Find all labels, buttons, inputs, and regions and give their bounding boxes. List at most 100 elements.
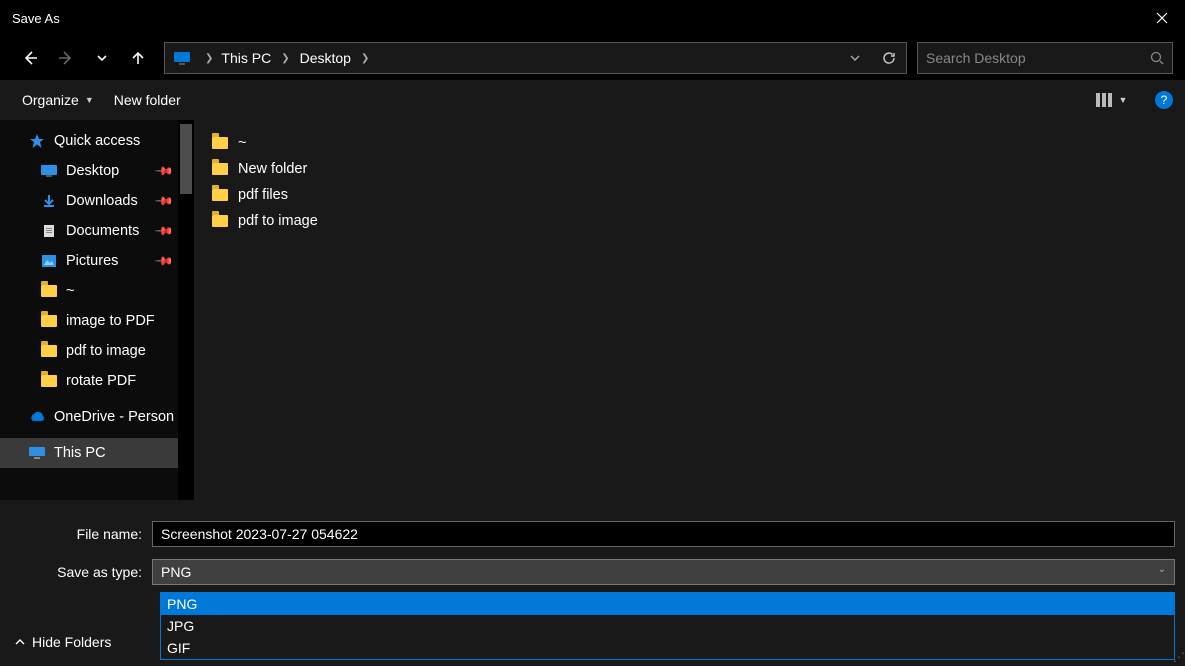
organize-label: Organize xyxy=(22,92,79,108)
chevron-down-icon: ⌄ xyxy=(1158,564,1166,575)
help-button[interactable]: ? xyxy=(1155,91,1173,109)
save-as-type-label: Save as type: xyxy=(0,564,152,580)
cloud-icon xyxy=(28,408,46,426)
recent-locations-button[interactable] xyxy=(86,42,118,74)
documents-icon xyxy=(40,222,58,240)
sidebar-item-folder[interactable]: ~ xyxy=(0,276,178,306)
file-name: pdf to image xyxy=(238,213,318,229)
dropdown-option[interactable]: PNG xyxy=(161,593,1174,615)
new-folder-label: New folder xyxy=(114,92,181,108)
sidebar-item-this-pc[interactable]: This PC xyxy=(0,438,178,468)
toolbar: Organize ▼ New folder ▼ ? xyxy=(0,80,1185,120)
save-as-type-dropdown: PNG JPG GIF xyxy=(160,592,1175,660)
sidebar-item-documents[interactable]: Documents 📌 xyxy=(0,216,178,246)
sidebar-item-pictures[interactable]: Pictures 📌 xyxy=(0,246,178,276)
option-label: JPG xyxy=(167,618,194,634)
new-folder-button[interactable]: New folder xyxy=(104,86,191,114)
sidebar-label: This PC xyxy=(54,445,106,461)
pin-icon: 📌 xyxy=(154,251,174,271)
sidebar-scrollbar[interactable] xyxy=(178,120,194,500)
chevron-right-icon: ❯ xyxy=(275,53,295,64)
folder-icon xyxy=(40,372,58,390)
help-icon: ? xyxy=(1161,93,1168,107)
sidebar-label: pdf to image xyxy=(66,343,146,359)
monitor-icon xyxy=(28,444,46,462)
chevron-up-icon xyxy=(14,636,26,648)
search-input[interactable] xyxy=(926,50,1150,66)
content-area: Quick access Desktop 📌 Downloads 📌 Docum… xyxy=(0,120,1185,500)
crumb-this-pc[interactable]: This PC xyxy=(219,50,273,66)
search-icon xyxy=(1150,51,1164,65)
resize-grip[interactable]: ⋰ xyxy=(1173,650,1183,664)
star-icon xyxy=(28,132,46,150)
monitor-icon xyxy=(171,47,193,69)
option-label: PNG xyxy=(167,596,197,612)
up-button[interactable] xyxy=(122,42,154,74)
sidebar-item-downloads[interactable]: Downloads 📌 xyxy=(0,186,178,216)
forward-button[interactable] xyxy=(50,42,82,74)
caret-down-icon: ▼ xyxy=(85,95,94,105)
chevron-right-icon: ❯ xyxy=(355,53,375,64)
sidebar-label: image to PDF xyxy=(66,313,155,329)
option-label: GIF xyxy=(167,640,190,656)
breadcrumbs: This PC ❯ Desktop ❯ xyxy=(219,50,838,66)
dropdown-option[interactable]: GIF xyxy=(161,637,1174,659)
address-bar[interactable]: ❯ This PC ❯ Desktop ❯ xyxy=(164,42,907,74)
arrow-left-icon xyxy=(21,49,39,67)
bottom-panel: File name: Save as type: PNG ⌄ PNG JPG G… xyxy=(0,500,1185,666)
file-name-label: File name: xyxy=(0,526,152,542)
sidebar-label: Documents xyxy=(66,223,139,239)
arrow-right-icon xyxy=(57,49,75,67)
chevron-right-icon: ❯ xyxy=(199,53,219,64)
sidebar-item-quick-access[interactable]: Quick access xyxy=(0,126,178,156)
close-icon xyxy=(1156,12,1168,24)
folder-icon xyxy=(40,342,58,360)
list-item[interactable]: pdf files xyxy=(212,182,1185,208)
file-list[interactable]: ~ New folder pdf files pdf to image xyxy=(194,120,1185,500)
view-options-button[interactable]: ▼ xyxy=(1087,86,1135,114)
hide-folders-label: Hide Folders xyxy=(32,634,111,650)
back-button[interactable] xyxy=(14,42,46,74)
desktop-icon xyxy=(40,162,58,180)
caret-down-icon: ▼ xyxy=(1119,95,1128,105)
sidebar-item-folder[interactable]: image to PDF xyxy=(0,306,178,336)
nav-row: ❯ This PC ❯ Desktop ❯ xyxy=(0,36,1185,80)
refresh-icon xyxy=(881,50,897,66)
folder-icon xyxy=(40,282,58,300)
downloads-icon xyxy=(40,192,58,210)
sidebar-label: Quick access xyxy=(54,133,140,149)
file-name-input[interactable] xyxy=(152,521,1175,547)
pin-icon: 📌 xyxy=(154,161,174,181)
sidebar-item-desktop[interactable]: Desktop 📌 xyxy=(0,156,178,186)
address-history-button[interactable] xyxy=(838,43,872,73)
list-item[interactable]: pdf to image xyxy=(212,208,1185,234)
file-name: ~ xyxy=(238,135,246,151)
save-as-type-combobox[interactable]: PNG ⌄ xyxy=(152,559,1175,585)
file-name: pdf files xyxy=(238,187,288,203)
refresh-button[interactable] xyxy=(872,43,906,73)
arrow-up-icon xyxy=(130,50,146,66)
folder-icon xyxy=(212,215,228,227)
sidebar-label: OneDrive - Person xyxy=(54,409,174,425)
list-item[interactable]: New folder xyxy=(212,156,1185,182)
sidebar-label: Desktop xyxy=(66,163,119,179)
dropdown-option[interactable]: JPG xyxy=(161,615,1174,637)
pin-icon: 📌 xyxy=(154,221,174,241)
sidebar-item-folder[interactable]: rotate PDF xyxy=(0,366,178,396)
folder-icon xyxy=(212,189,228,201)
crumb-desktop[interactable]: Desktop xyxy=(298,50,353,66)
organize-button[interactable]: Organize ▼ xyxy=(12,86,104,114)
scrollbar-thumb[interactable] xyxy=(180,124,192,194)
save-as-type-value: PNG xyxy=(161,564,191,580)
file-name: New folder xyxy=(238,161,307,177)
view-icon xyxy=(1095,92,1115,108)
list-item[interactable]: ~ xyxy=(212,130,1185,156)
window-title: Save As xyxy=(12,11,60,26)
folder-icon xyxy=(40,312,58,330)
sidebar-item-folder[interactable]: pdf to image xyxy=(0,336,178,366)
search-box[interactable] xyxy=(917,42,1173,74)
sidebar-label: ~ xyxy=(66,283,74,299)
hide-folders-button[interactable]: Hide Folders xyxy=(14,634,111,650)
close-button[interactable] xyxy=(1139,0,1185,36)
sidebar-item-onedrive[interactable]: OneDrive - Person xyxy=(0,402,178,432)
